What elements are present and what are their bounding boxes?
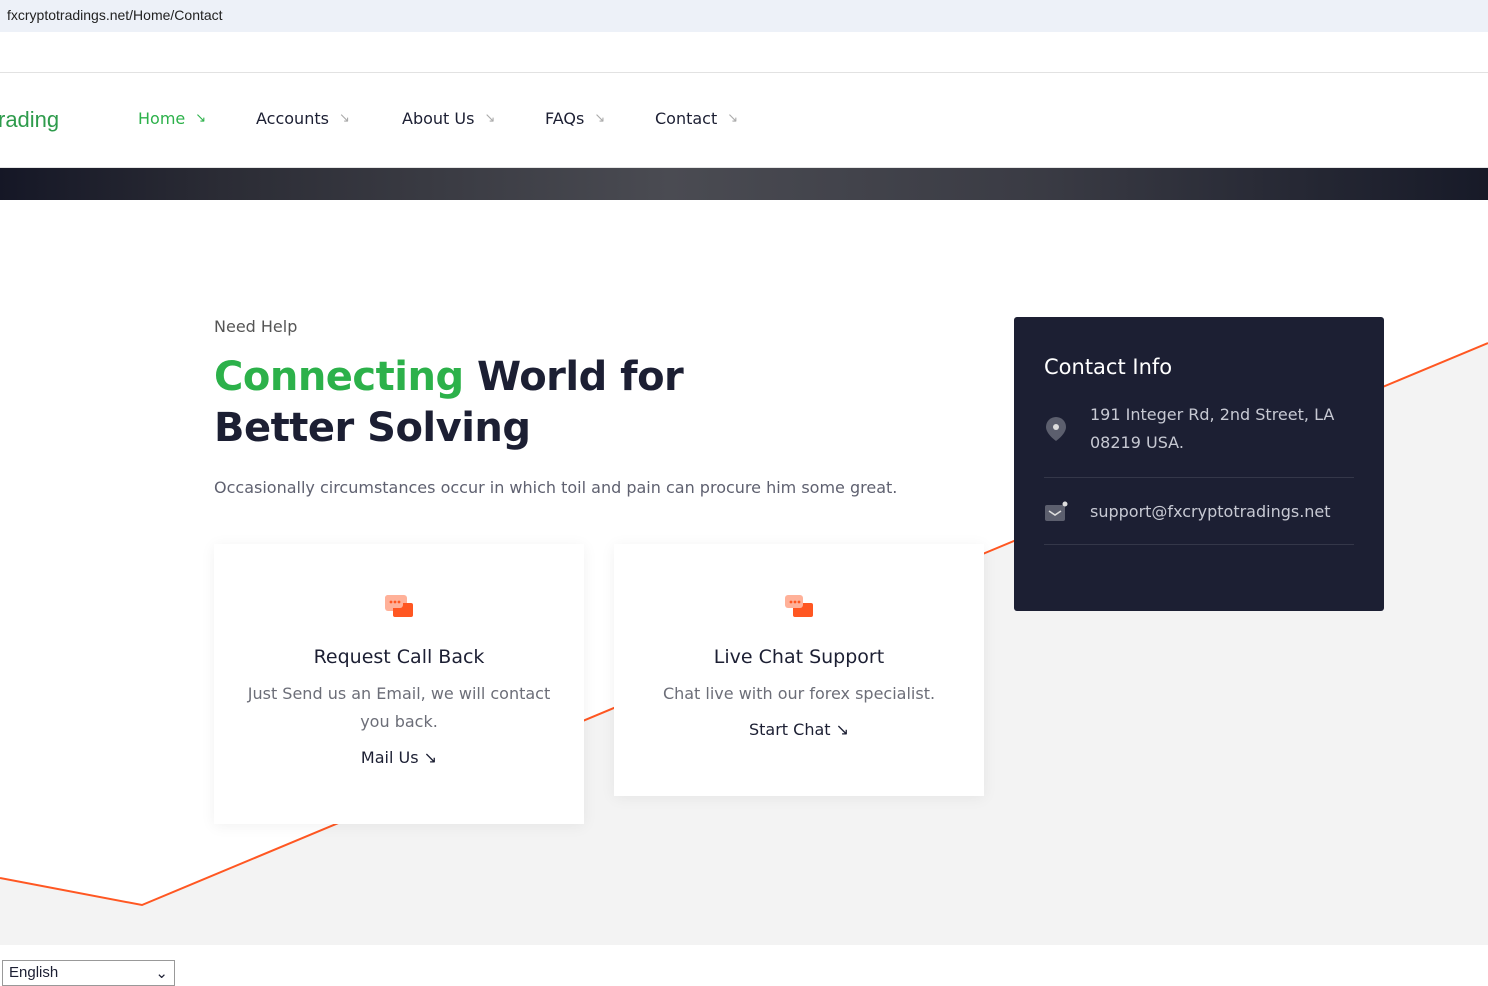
location-pin-icon — [1046, 417, 1066, 441]
address-text: 191 Integer Rd, 2nd Street, LA 08219 USA… — [1090, 405, 1335, 452]
address-row: 191 Integer Rd, 2nd Street, LA 08219 USA… — [1044, 401, 1354, 478]
nav-label: Accounts — [256, 109, 329, 128]
contact-info-panel: Contact Info 191 Integer Rd, 2nd Street,… — [1014, 317, 1384, 611]
arrow-icon: ↘ — [195, 111, 207, 126]
start-chat-link[interactable]: Start Chat ↘ — [749, 720, 849, 739]
nav-contact[interactable]: Contact ↘ — [655, 109, 738, 128]
nav-accounts[interactable]: Accounts ↘ — [256, 109, 350, 128]
nav-faqs[interactable]: FAQs ↘ — [545, 109, 605, 128]
request-callback-card: Request Call Back Just Send us an Email,… — [214, 544, 584, 824]
main-nav: rading Home ↘ Accounts ↘ About Us ↘ FAQs ↘ C… — [0, 73, 1488, 168]
chat-icon — [383, 592, 415, 624]
nav-home[interactable]: Home ↘ — [138, 109, 206, 128]
email-row: support@fxcryptotradings.net — [1044, 478, 1354, 545]
page-title: Connecting World for Better Solving — [214, 354, 684, 451]
contact-info-title: Contact Info — [1044, 355, 1173, 379]
lead-text: Occasionally circumstances occur in whic… — [214, 478, 898, 497]
nav-label: Contact — [655, 109, 718, 128]
top-bar — [0, 32, 1488, 73]
arrow-icon: ↘ — [727, 111, 739, 126]
nav-label: FAQs — [545, 109, 585, 128]
logo[interactable]: rading — [0, 107, 59, 133]
address-bar[interactable]: fxcryptotradings.net/Home/Contact — [0, 0, 1488, 32]
email-link[interactable]: support@fxcryptotradings.net — [1090, 498, 1331, 526]
arrow-icon: ↘ — [423, 748, 438, 767]
arrow-icon: ↘ — [835, 720, 850, 739]
arrow-icon: ↘ — [484, 111, 496, 126]
nav-label: Home — [138, 109, 186, 128]
card-text: Chat live with our forex specialist. — [662, 684, 936, 703]
card-text: Just Send us an Email, we will contact y… — [247, 684, 551, 731]
card-title: Request Call Back — [313, 646, 485, 668]
arrow-icon: ↘ — [594, 111, 606, 126]
chevron-down-icon: ⌄ — [155, 965, 168, 982]
chat-icon — [783, 592, 815, 624]
card-title: Live Chat Support — [713, 646, 885, 668]
nav-about[interactable]: About Us ↘ — [402, 109, 495, 128]
hero-banner-image — [0, 168, 1488, 200]
nav-label: About Us — [402, 109, 475, 128]
language-select[interactable]: English ⌄ — [2, 960, 175, 986]
arrow-icon: ↘ — [338, 111, 350, 126]
mail-us-link[interactable]: Mail Us ↘ — [361, 748, 437, 767]
eyebrow: Need Help — [214, 317, 298, 336]
mail-icon — [1045, 501, 1068, 521]
live-chat-card: Live Chat Support Chat live with our for… — [614, 544, 984, 796]
